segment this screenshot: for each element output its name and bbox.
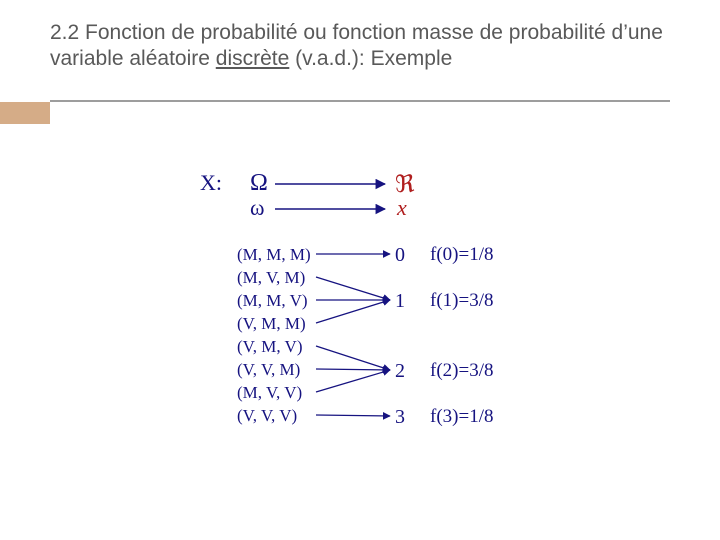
mapping-arrows <box>0 140 720 540</box>
slide-title: 2.2 Fonction de probabilité ou fonction … <box>50 20 670 73</box>
content-area: X: Ω ω ℜ x (M, M, M) (M, V, M) (M, M, V)… <box>0 140 720 540</box>
title-region: 2.2 Fonction de probabilité ou fonction … <box>50 20 670 73</box>
accent-block <box>0 102 50 124</box>
title-suffix: (v.a.d.): Exemple <box>289 47 452 70</box>
title-underline-rule <box>50 100 670 102</box>
title-underlined: discrète <box>216 47 290 70</box>
slide: 2.2 Fonction de probabilité ou fonction … <box>0 0 720 540</box>
